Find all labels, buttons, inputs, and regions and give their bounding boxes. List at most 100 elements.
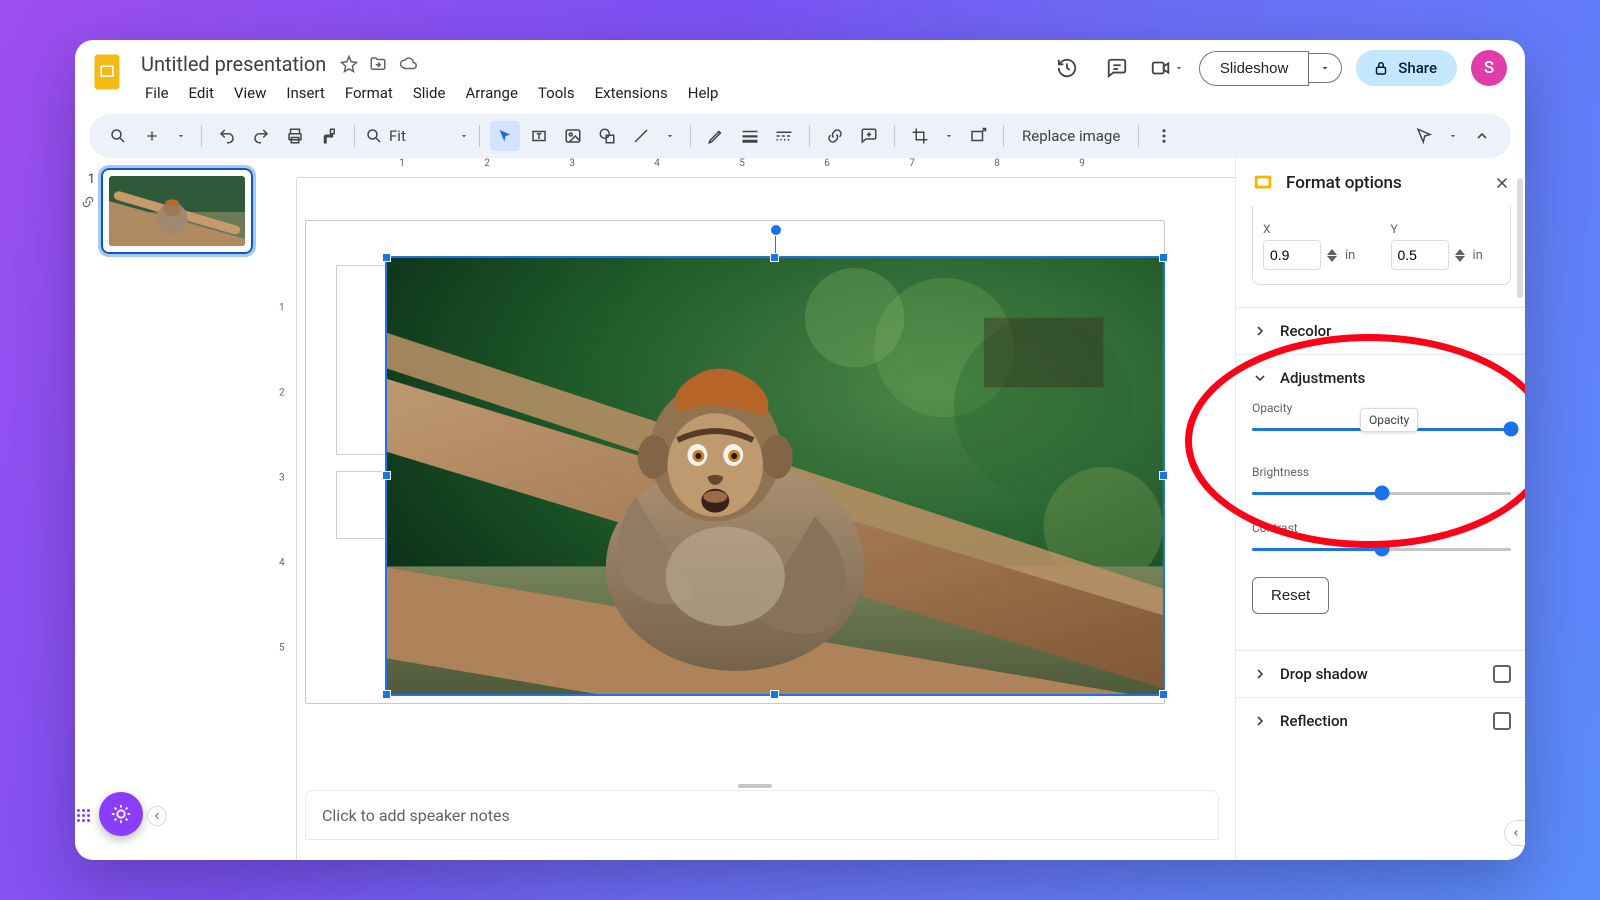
panel-scrollbar[interactable] bbox=[1517, 168, 1523, 468]
cursor-show-dropdown[interactable] bbox=[1443, 121, 1463, 151]
menu-help[interactable]: Help bbox=[680, 80, 727, 106]
rotation-handle[interactable] bbox=[775, 234, 776, 254]
slide-thumbnail-1[interactable] bbox=[101, 168, 253, 254]
menu-file[interactable]: File bbox=[137, 80, 177, 106]
more-options-icon[interactable] bbox=[1149, 121, 1179, 151]
zoom-value[interactable]: Fit bbox=[389, 127, 439, 145]
ruler-horizontal[interactable]: 1 2 3 4 5 6 7 8 9 bbox=[297, 158, 1235, 178]
recolor-section[interactable]: Recolor bbox=[1252, 322, 1511, 340]
slides-logo[interactable] bbox=[89, 50, 125, 94]
app-window: Untitled presentation File Edit View Ins… bbox=[75, 40, 1525, 860]
toolbar: Fit Replace image bbox=[89, 114, 1511, 158]
crop-dropdown[interactable] bbox=[939, 121, 959, 151]
shape-tool[interactable] bbox=[592, 121, 622, 151]
format-options-panel: Format options X in bbox=[1235, 158, 1525, 860]
cursor-show-button[interactable] bbox=[1409, 121, 1439, 151]
share-label: Share bbox=[1398, 59, 1437, 77]
link-indicator-icon[interactable] bbox=[81, 195, 95, 209]
undo-button[interactable] bbox=[212, 121, 242, 151]
reflection-section[interactable]: Reflection bbox=[1252, 712, 1511, 730]
brightness-label: Brightness bbox=[1252, 465, 1511, 479]
brightness-slider[interactable] bbox=[1252, 487, 1511, 499]
add-comment-button[interactable] bbox=[854, 121, 884, 151]
slideshow-dropdown[interactable] bbox=[1309, 53, 1342, 83]
doc-title[interactable]: Untitled presentation bbox=[137, 50, 330, 78]
x-input[interactable] bbox=[1263, 240, 1321, 270]
contrast-slider[interactable] bbox=[1252, 543, 1511, 555]
speaker-notes[interactable]: Click to add speaker notes bbox=[305, 790, 1219, 840]
contrast-label: Contrast bbox=[1252, 521, 1511, 535]
border-weight-button[interactable] bbox=[735, 121, 765, 151]
close-panel-button[interactable] bbox=[1493, 174, 1511, 192]
notes-resize-handle[interactable] bbox=[738, 784, 772, 788]
format-options-icon bbox=[1252, 172, 1274, 194]
redo-button[interactable] bbox=[246, 121, 276, 151]
x-stepper[interactable] bbox=[1327, 249, 1339, 262]
y-input[interactable] bbox=[1391, 240, 1449, 270]
cloud-status-icon[interactable] bbox=[398, 55, 418, 73]
comments-icon[interactable] bbox=[1099, 50, 1135, 86]
resize-handle-bm[interactable] bbox=[770, 690, 779, 699]
account-avatar[interactable]: S bbox=[1471, 50, 1507, 86]
resize-handle-mr[interactable] bbox=[1159, 471, 1168, 480]
move-folder-icon[interactable] bbox=[368, 55, 388, 73]
resize-handle-tl[interactable] bbox=[382, 253, 391, 262]
menu-insert[interactable]: Insert bbox=[278, 80, 332, 106]
textbox-tool[interactable] bbox=[524, 121, 554, 151]
resize-handle-br[interactable] bbox=[1159, 690, 1168, 699]
history-icon[interactable] bbox=[1049, 50, 1085, 86]
share-button[interactable]: Share bbox=[1356, 50, 1457, 86]
side-panel-expand[interactable] bbox=[1504, 820, 1525, 846]
slide-number: 1 bbox=[81, 168, 95, 187]
menu-format[interactable]: Format bbox=[337, 80, 401, 106]
reset-image-button[interactable] bbox=[963, 121, 993, 151]
slideshow-button-group: Slideshow bbox=[1199, 51, 1342, 86]
border-dash-button[interactable] bbox=[769, 121, 799, 151]
star-icon[interactable] bbox=[340, 55, 358, 73]
line-tool[interactable] bbox=[626, 121, 656, 151]
replace-image-button[interactable]: Replace image bbox=[1014, 127, 1128, 145]
drop-shadow-section[interactable]: Drop shadow bbox=[1252, 665, 1511, 683]
collapse-toolbar-button[interactable] bbox=[1467, 121, 1497, 151]
collapse-explore-button[interactable] bbox=[147, 806, 167, 826]
ruler-vertical[interactable]: 1 2 3 4 5 bbox=[275, 178, 297, 860]
drop-shadow-checkbox[interactable] bbox=[1493, 665, 1511, 683]
menu-arrange[interactable]: Arrange bbox=[457, 80, 525, 106]
menu-extensions[interactable]: Extensions bbox=[587, 80, 676, 106]
drag-handle-icon[interactable] bbox=[77, 809, 90, 822]
menu-bar: File Edit View Insert Format Slide Arran… bbox=[137, 80, 726, 106]
paint-format-button[interactable] bbox=[314, 121, 344, 151]
resize-handle-tr[interactable] bbox=[1159, 253, 1168, 262]
menu-edit[interactable]: Edit bbox=[181, 80, 222, 106]
explore-fab[interactable] bbox=[99, 792, 143, 836]
select-tool[interactable] bbox=[490, 121, 520, 151]
meet-button[interactable] bbox=[1149, 50, 1185, 86]
reflection-checkbox[interactable] bbox=[1493, 712, 1511, 730]
zoom-icon bbox=[365, 127, 383, 145]
image-tool[interactable] bbox=[558, 121, 588, 151]
resize-handle-tm[interactable] bbox=[770, 253, 779, 262]
new-slide-dropdown[interactable] bbox=[171, 121, 191, 151]
selected-image[interactable] bbox=[385, 256, 1165, 696]
line-tool-dropdown[interactable] bbox=[660, 121, 680, 151]
crop-button[interactable] bbox=[905, 121, 935, 151]
zoom-control[interactable]: Fit bbox=[365, 127, 469, 145]
menu-tools[interactable]: Tools bbox=[530, 80, 583, 106]
panel-title: Format options bbox=[1286, 173, 1481, 193]
y-stepper[interactable] bbox=[1455, 249, 1467, 262]
chevron-right-icon bbox=[1252, 713, 1268, 729]
resize-handle-ml[interactable] bbox=[382, 471, 391, 480]
menu-view[interactable]: View bbox=[226, 80, 274, 106]
link-button[interactable] bbox=[820, 121, 850, 151]
slideshow-button[interactable]: Slideshow bbox=[1199, 51, 1309, 86]
x-label: X bbox=[1263, 222, 1373, 236]
border-color-button[interactable] bbox=[701, 121, 731, 151]
y-label: Y bbox=[1391, 222, 1501, 236]
adjustments-section[interactable]: Adjustments bbox=[1252, 369, 1511, 387]
print-button[interactable] bbox=[280, 121, 310, 151]
new-slide-button[interactable] bbox=[137, 121, 167, 151]
resize-handle-bl[interactable] bbox=[382, 690, 391, 699]
search-menu-icon[interactable] bbox=[103, 121, 133, 151]
reset-button[interactable]: Reset bbox=[1252, 577, 1329, 614]
menu-slide[interactable]: Slide bbox=[405, 80, 454, 106]
